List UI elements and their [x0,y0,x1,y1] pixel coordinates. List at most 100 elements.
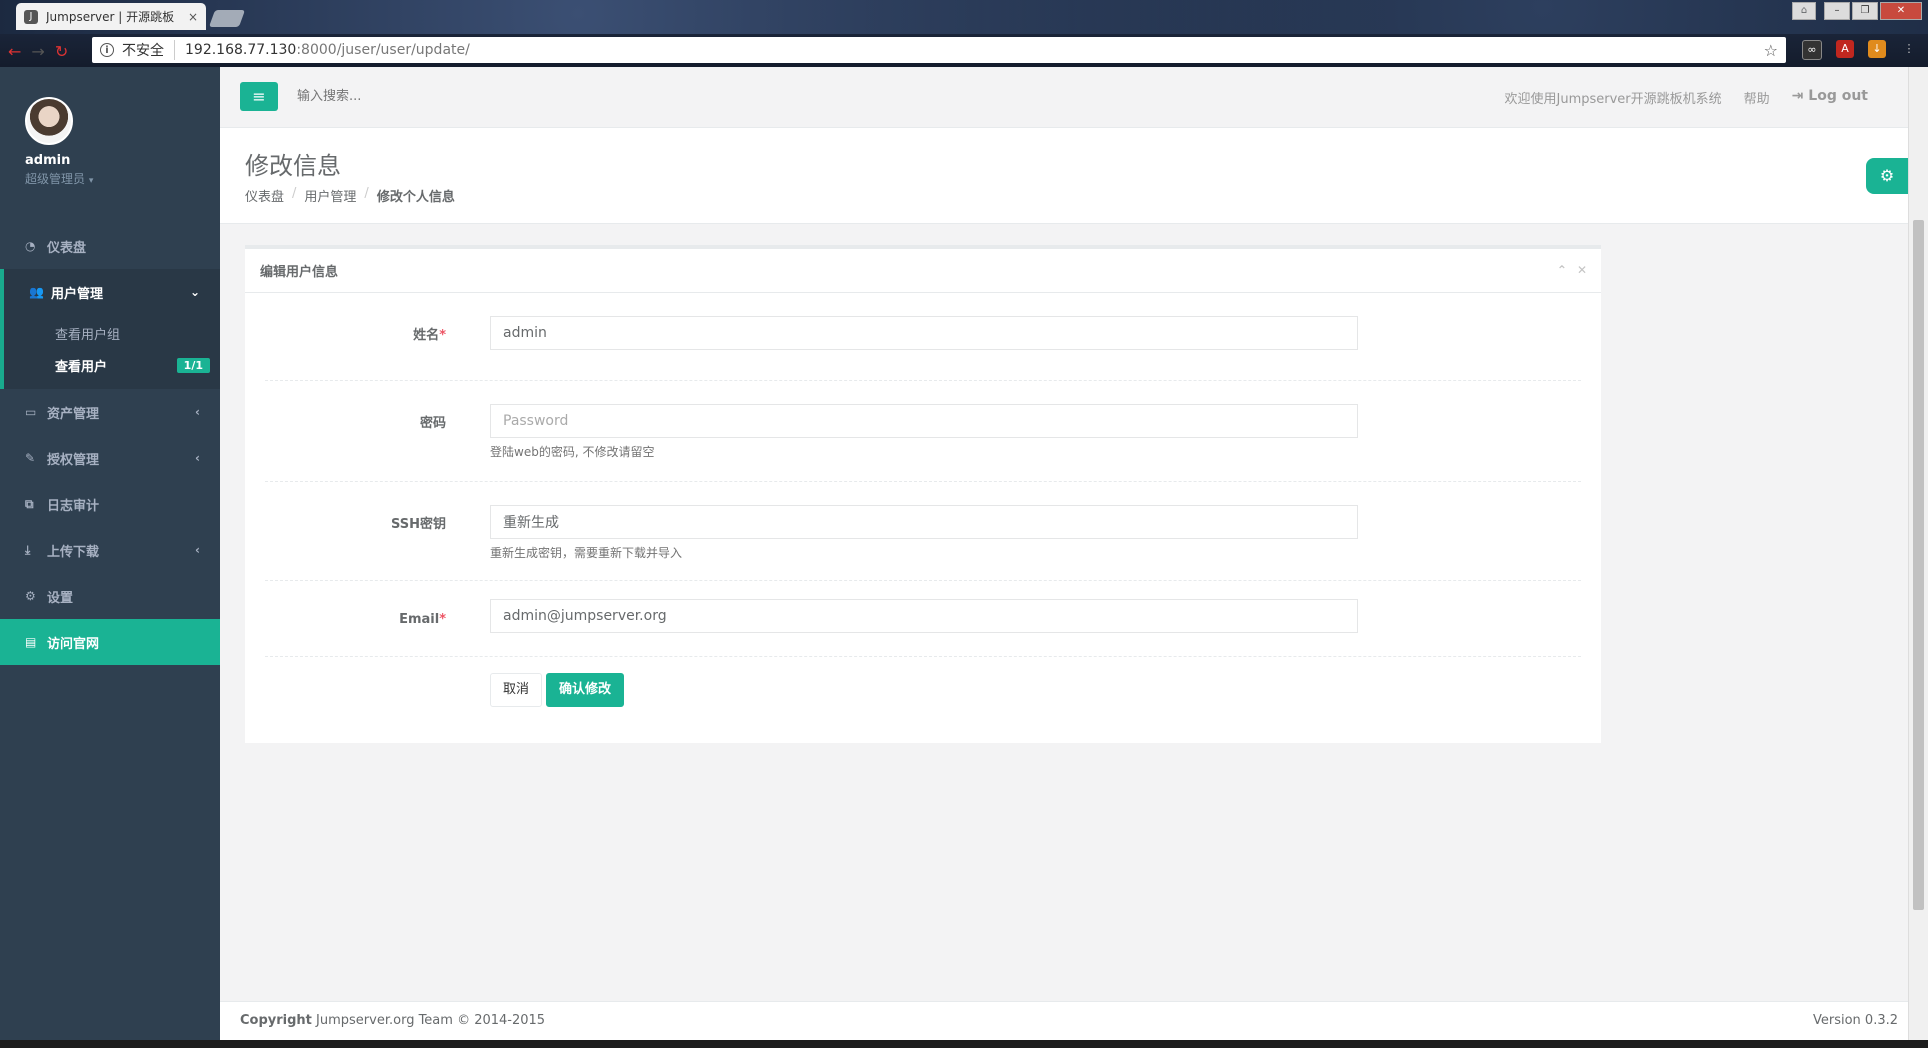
name-field[interactable] [490,316,1358,350]
sidebar-group-users: 👥 用户管理 ⌄ 查看用户组 查看用户 1/1 [0,269,220,389]
download-extension-icon[interactable]: ↓ [1868,40,1886,58]
password-help-text: 登陆web的密码, 不修改请留空 [490,445,655,459]
cogs-icon: ⚙ [25,589,36,603]
browser-user-icon[interactable]: ⌂ [1792,2,1816,20]
os-taskbar [0,1040,1928,1048]
sidebar-item-transfer[interactable]: ⤓ 上传下载 ‹ [0,527,220,573]
hdd-icon: ▭ [25,405,37,419]
breadcrumb: 仪表盘 / 用户管理 / 修改个人信息 [245,186,455,205]
help-link[interactable]: 帮助 [1744,88,1770,107]
sidebar-item-label: 访问官网 [47,636,100,652]
book-icon: ▤ [25,635,37,649]
close-icon[interactable]: ✕ [1577,263,1587,277]
url-path: :8000/juser/user/update/ [296,42,470,58]
breadcrumb-users[interactable]: 用户管理 [304,186,356,205]
sidebar-item-label: 设置 [47,590,74,606]
address-toolbar: ← → ↻ i 不安全 192.168.77.130:8000/juser/us… [0,34,1928,67]
sidebar-item-label: 仪表盘 [47,240,87,256]
pdf-extension-icon[interactable]: A [1836,40,1854,58]
sidebar-item-users[interactable]: 👥 用户管理 ⌄ [4,269,220,315]
form-actions: 取消 确认修改 [490,673,625,707]
panel-header: 编辑用户信息 ⌃ ✕ [245,249,1601,293]
logout-link[interactable]: ⇥ Log out [1792,88,1868,107]
profile-role-dropdown[interactable]: 超级管理员 ▾ [25,170,220,187]
browser-menu-icon[interactable]: ⋮ [1900,40,1918,58]
footer: Copyright Jumpserver.org Team © 2014-201… [220,1001,1908,1040]
sidebar-item-assets[interactable]: ▭ 资产管理 ‹ [0,389,220,435]
security-label: 不安全 [122,40,175,60]
sidebar-item-official-site[interactable]: ▤ 访问官网 [0,619,220,665]
sidebar-item-settings[interactable]: ⚙ 设置 [0,573,220,619]
version-text: Version 0.3.2 [1812,1013,1898,1028]
theme-settings-button[interactable]: ⚙ [1866,158,1908,194]
download-icon: ⤓ [25,542,31,557]
chevron-up-icon[interactable]: ⌃ [1557,263,1567,277]
copyright-text: Jumpserver.org Team © 2014-2015 [311,1013,546,1028]
welcome-text: 欢迎使用Jumpserver开源跳板机系统 [1504,92,1722,107]
required-mark: * [439,612,446,627]
tab-close-icon[interactable]: × [188,10,198,24]
url-host: 192.168.77.130 [185,42,297,58]
ssh-key-field[interactable] [490,505,1358,539]
form-row-name: 姓名* [265,293,1581,381]
page-heading: 修改信息 仪表盘 / 用户管理 / 修改个人信息 ⚙ [220,128,1908,224]
forward-icon[interactable]: → [31,42,44,61]
files-icon: ⧉ [25,496,34,511]
email-field[interactable] [490,599,1358,633]
email-label: Email* [399,612,446,627]
panel-title: 编辑用户信息 [260,265,339,280]
sidebar-item-label: 用户管理 [51,286,104,302]
breadcrumb-dashboard[interactable]: 仪表盘 [245,186,284,205]
new-tab-button[interactable] [208,10,246,27]
browser-titlebar: J Jumpserver | 开源跳板 × ⌂ – ❐ ✕ [0,0,1928,34]
password-field[interactable] [490,404,1358,438]
sidebar-item-permissions[interactable]: ✎ 授权管理 ‹ [0,435,220,481]
users-submenu: 查看用户组 查看用户 1/1 [4,315,220,389]
users-icon: 👥 [29,285,44,299]
cancel-button[interactable]: 取消 [490,673,543,707]
required-mark: * [439,328,446,343]
site-info-icon[interactable]: i [100,43,114,57]
breadcrumb-separator: / [292,186,297,201]
back-icon[interactable]: ← [8,42,21,61]
sidebar-item-dashboard[interactable]: ◔ 仪表盘 [0,223,220,269]
caret-down-icon: ▾ [88,176,94,186]
close-window-button[interactable]: ✕ [1880,2,1922,20]
sidebar-item-label: 授权管理 [47,452,100,468]
sidebar-subitem-user-groups[interactable]: 查看用户组 [4,317,220,349]
search-input[interactable] [295,88,559,105]
menu-toggle-button[interactable]: ≡ [240,82,278,111]
copyright: Copyright Jumpserver.org Team © 2014-201… [240,1013,545,1028]
email-label-text: Email [399,612,440,627]
page-scrollbar[interactable] [1908,67,1928,1048]
name-label: 姓名* [413,324,446,343]
avatar[interactable] [25,97,73,145]
sidebar-item-label: 上传下载 [47,544,100,560]
ssh-label: SSH密钥 [390,517,446,532]
dashboard-icon: ◔ [25,239,36,253]
maximize-button[interactable]: ❐ [1852,2,1878,20]
edit-user-panel: 编辑用户信息 ⌃ ✕ 姓名* 密码 登陆web的密码, 不修改请留空 SSH密钥… [245,245,1601,743]
scrollbar-thumb[interactable] [1913,220,1924,910]
sidebar-item-label: 资产管理 [47,406,100,422]
extension-icon[interactable]: ∞ [1802,40,1822,60]
form-row-email: Email* [265,581,1581,657]
form-row-ssh: SSH密钥 重新生成密钥，需要重新下载并导入 [265,482,1581,581]
reload-icon[interactable]: ↻ [55,42,68,61]
browser-tab[interactable]: J Jumpserver | 开源跳板 × [16,3,206,30]
form-row-password: 密码 登陆web的密码, 不修改请留空 [265,381,1581,482]
bookmark-star-icon[interactable]: ☆ [1764,41,1778,60]
chevron-left-icon: ‹ [195,451,200,465]
bars-icon: ≡ [252,87,266,106]
page-title: 修改信息 [245,152,341,180]
sidebar-item-audit[interactable]: ⧉ 日志审计 [0,481,220,527]
tab-title: Jumpserver | 开源跳板 [46,10,175,24]
logout-label: Log out [1808,88,1868,104]
sidebar-subitem-label: 查看用户 [55,359,108,375]
cogs-icon: ⚙ [1879,166,1895,185]
address-bar[interactable]: i 不安全 192.168.77.130:8000/juser/user/upd… [92,37,1786,63]
minimize-button[interactable]: – [1824,2,1850,20]
submit-button[interactable]: 确认修改 [546,673,625,707]
edit-icon: ✎ [25,451,36,465]
sidebar-subitem-users[interactable]: 查看用户 1/1 [4,349,220,381]
